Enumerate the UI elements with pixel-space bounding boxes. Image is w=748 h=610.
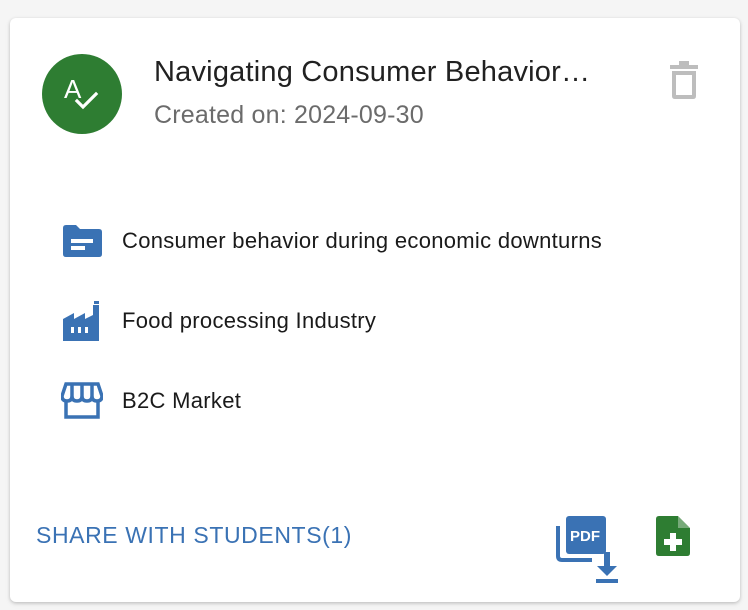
factory-icon	[60, 301, 104, 341]
detail-topic-text: Consumer behavior during economic downtu…	[122, 228, 603, 253]
avatar: A	[42, 54, 122, 134]
detail-market: B2C Market	[60, 381, 241, 421]
note-add-icon	[656, 516, 690, 560]
svg-text:PDF: PDF	[570, 528, 600, 545]
detail-topic: Consumer behavior during economic downtu…	[60, 221, 602, 261]
delete-button[interactable]	[664, 60, 704, 105]
project-card: A Navigating Consumer Behavior… Created …	[10, 18, 740, 602]
folder-icon	[60, 221, 104, 261]
detail-market-text: B2C Market	[122, 388, 242, 413]
add-document-button[interactable]	[656, 516, 696, 562]
created-date: Created on: 2024-09-30	[154, 101, 424, 129]
detail-industry: Food processing Industry	[60, 301, 376, 341]
card-title: Navigating Consumer Behavior…	[154, 56, 591, 88]
storefront-icon	[60, 381, 104, 421]
svg-text:A: A	[64, 74, 82, 104]
download-pdf-button[interactable]: PDF	[556, 516, 628, 584]
share-with-students-button[interactable]: SHARE WITH STUDENTS(1)	[36, 518, 352, 553]
detail-industry-text: Food processing Industry	[122, 308, 377, 333]
pdf-download-icon: PDF	[556, 516, 628, 588]
spellcheck-icon: A	[58, 68, 106, 121]
trash-icon	[668, 60, 700, 105]
